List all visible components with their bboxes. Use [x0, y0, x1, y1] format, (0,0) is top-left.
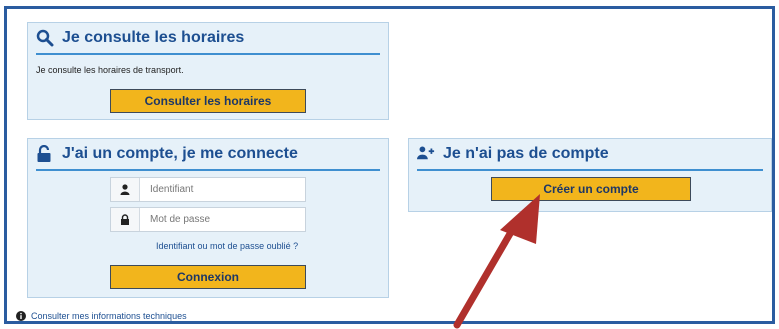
tech-info-link[interactable]: Consulter mes informations techniques: [31, 311, 187, 321]
password-placeholder: Mot de passe: [150, 214, 211, 225]
user-plus-icon: [417, 145, 435, 163]
search-icon: [36, 29, 54, 47]
schedules-title: Je consulte les horaires: [62, 29, 245, 46]
forgot-credentials-link[interactable]: Identifiant ou mot de passe oublié ?: [156, 241, 298, 251]
username-field[interactable]: Identifiant: [110, 177, 306, 202]
schedules-panel-header: Je consulte les horaires: [36, 23, 380, 55]
login-panel-header: J'ai un compte, je me connecte: [36, 139, 380, 171]
info-icon: [16, 311, 26, 321]
unlock-icon: [36, 145, 54, 163]
register-title: Je n'ai pas de compte: [443, 145, 609, 162]
login-button[interactable]: Connexion: [110, 265, 306, 289]
username-placeholder: Identifiant: [150, 184, 194, 195]
view-schedules-button[interactable]: Consulter les horaires: [110, 89, 306, 113]
schedules-description: Je consulte les horaires de transport.: [36, 65, 184, 75]
password-field[interactable]: Mot de passe: [110, 207, 306, 232]
login-title: J'ai un compte, je me connecte: [62, 145, 298, 162]
schedules-panel: Je consulte les horaires Je consulte les…: [27, 22, 389, 120]
tech-info-row[interactable]: Consulter mes informations techniques: [16, 311, 187, 321]
user-icon: [111, 178, 140, 201]
lock-icon: [111, 208, 140, 231]
register-panel-header: Je n'ai pas de compte: [417, 139, 763, 171]
red-arrow: [453, 194, 540, 329]
login-panel: J'ai un compte, je me connecte Identifia…: [27, 138, 389, 298]
